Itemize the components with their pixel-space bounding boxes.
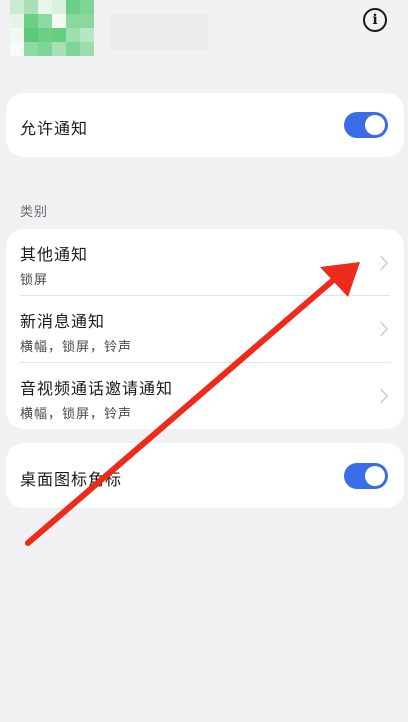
category-row-call-invite[interactable]: 音视频通话邀请通知 横幅，锁屏，铃声 [6,363,404,429]
chevron-right-icon [373,388,389,404]
app-icon-badge-card: 桌面图标角标 [6,443,404,508]
categories-card: 其他通知 锁屏 新消息通知 横幅，锁屏，铃声 音视频通话邀请通知 横幅，锁屏，铃… [6,229,404,429]
categories-section-label: 类别 [20,205,49,220]
allow-notifications-label: 允许通知 [20,119,89,138]
info-icon[interactable]: i [363,8,387,32]
chevron-right-icon [373,255,389,271]
category-row-new-message[interactable]: 新消息通知 横幅，锁屏，铃声 [6,296,404,362]
info-glyph: i [372,12,378,28]
app-icon-badge-label: 桌面图标角标 [20,470,123,489]
app-icon-pixelated [10,0,96,62]
allow-notifications-toggle[interactable] [344,112,388,138]
category-subtitle: 横幅，锁屏，铃声 [20,407,133,422]
category-row-other[interactable]: 其他通知 锁屏 [6,229,404,295]
allow-notifications-card: 允许通知 [6,93,404,157]
notification-settings-page: i 允许通知 类别 其他通知 锁屏 新消息通知 横幅，锁屏，铃声 音视频通话邀请… [0,0,408,722]
category-subtitle: 横幅，锁屏，铃声 [20,340,133,355]
app-icon-badge-toggle[interactable] [344,463,388,489]
category-title: 新消息通知 [20,312,106,331]
category-subtitle: 锁屏 [20,273,49,288]
toggle-knob [365,466,385,486]
header: i [0,0,408,70]
app-name-redacted [110,14,208,50]
toggle-knob [365,115,385,135]
category-title: 其他通知 [20,245,89,264]
chevron-right-icon [373,321,389,337]
category-title: 音视频通话邀请通知 [20,379,174,398]
